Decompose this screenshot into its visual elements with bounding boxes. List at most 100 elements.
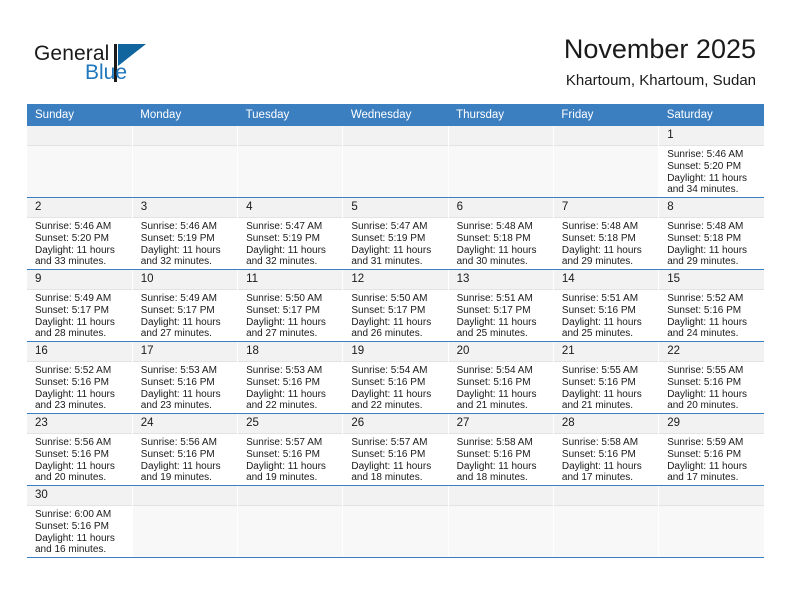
calendar-day-cell[interactable]: 17 Sunrise: 5:53 AM Sunset: 5:16 PM Dayligh… bbox=[132, 341, 239, 414]
calendar-day-cell[interactable]: 29 Sunrise: 5:59 AM Sunset: 5:16 PM Dayligh… bbox=[658, 413, 764, 486]
weekday-header-wednesday: Wednesday bbox=[342, 104, 449, 126]
calendar-day-cell[interactable]: 24 Sunrise: 5:56 AM Sunset: 5:16 PM Dayligh… bbox=[132, 413, 239, 486]
day-number: 8 bbox=[659, 198, 764, 218]
calendar-day-cell-empty bbox=[27, 126, 133, 198]
day-cell-inner: 13 Sunrise: 5:51 AM Sunset: 5:17 PM Dayligh… bbox=[448, 270, 553, 341]
calendar-day-cell[interactable]: 25 Sunrise: 5:57 AM Sunset: 5:16 PM Dayligh… bbox=[237, 413, 344, 486]
day-cell-inner: 24 Sunrise: 5:56 AM Sunset: 5:16 PM Dayligh… bbox=[132, 414, 238, 485]
day-cell-inner: 22 Sunrise: 5:55 AM Sunset: 5:16 PM Dayligh… bbox=[659, 342, 764, 413]
day-number: 25 bbox=[238, 414, 343, 434]
calendar-day-cell[interactable]: 8 Sunrise: 5:48 AM Sunset: 5:18 PM Daylight… bbox=[658, 197, 764, 270]
daylight-text-line2: and 20 minutes. bbox=[35, 472, 107, 484]
calendar-day-cell[interactable]: 1 Sunrise: 5:46 AM Sunset: 5:20 PM Daylight… bbox=[658, 126, 764, 198]
daylight-text-line1: Daylight: 11 hours bbox=[35, 244, 115, 256]
calendar-page: General Blue November 2025 Khartoum, Kha… bbox=[0, 0, 792, 612]
brand-name-bottom: Blue bbox=[85, 61, 128, 84]
sunrise-text: Sunrise: 5:52 AM bbox=[667, 293, 744, 304]
day-number: 21 bbox=[553, 342, 659, 362]
calendar-day-cell[interactable]: 2 Sunrise: 5:46 AM Sunset: 5:20 PM Daylight… bbox=[27, 197, 133, 270]
day-cell-inner: 1 Sunrise: 5:46 AM Sunset: 5:20 PM Daylight… bbox=[659, 126, 764, 197]
daylight-text-line1: Daylight: 11 hours bbox=[246, 460, 326, 472]
day-cell-inner: 21 Sunrise: 5:55 AM Sunset: 5:16 PM Dayligh… bbox=[553, 342, 659, 413]
day-details: Sunrise: 5:49 AM Sunset: 5:17 PM Daylight:… bbox=[27, 290, 132, 340]
daylight-text-line1: Daylight: 11 hours bbox=[351, 244, 432, 256]
calendar-day-cell[interactable]: 30 Sunrise: 6:00 AM Sunset: 5:16 PM Dayligh… bbox=[27, 485, 133, 558]
day-number: 5 bbox=[343, 198, 448, 218]
sunrise-text: Sunrise: 5:57 AM bbox=[351, 437, 428, 448]
sunrise-text: Sunrise: 5:46 AM bbox=[140, 221, 217, 232]
sunset-text: Sunset: 5:17 PM bbox=[140, 304, 215, 316]
day-cell-inner: 29 Sunrise: 5:59 AM Sunset: 5:16 PM Dayligh… bbox=[659, 414, 764, 485]
sunrise-text: Sunrise: 5:57 AM bbox=[246, 437, 323, 448]
day-number bbox=[659, 486, 764, 506]
day-details: Sunrise: 5:56 AM Sunset: 5:16 PM Daylight:… bbox=[133, 434, 237, 484]
daylight-text-line1: Daylight: 11 hours bbox=[456, 316, 537, 328]
sunrise-text: Sunrise: 5:50 AM bbox=[351, 293, 428, 304]
day-cell-inner: 30 Sunrise: 6:00 AM Sunset: 5:16 PM Dayligh… bbox=[27, 486, 132, 557]
calendar-day-cell[interactable]: 26 Sunrise: 5:57 AM Sunset: 5:16 PM Dayligh… bbox=[342, 413, 449, 486]
sunrise-text: Sunrise: 5:58 AM bbox=[456, 437, 533, 448]
calendar-day-cell[interactable]: 10 Sunrise: 5:49 AM Sunset: 5:17 PM Dayligh… bbox=[132, 269, 239, 342]
calendar-day-cell[interactable]: 7 Sunrise: 5:48 AM Sunset: 5:18 PM Daylight… bbox=[553, 197, 660, 270]
weekday-header-monday: Monday bbox=[132, 104, 238, 126]
daylight-text-line1: Daylight: 11 hours bbox=[35, 532, 115, 544]
brand-logo[interactable]: General Blue bbox=[34, 42, 164, 90]
day-number bbox=[553, 126, 659, 146]
day-cell-inner: 5 Sunrise: 5:47 AM Sunset: 5:19 PM Daylight… bbox=[343, 198, 448, 269]
sunset-text: Sunset: 5:16 PM bbox=[667, 448, 742, 460]
sunset-text: Sunset: 5:16 PM bbox=[351, 376, 426, 388]
day-details: Sunrise: 5:46 AM Sunset: 5:20 PM Daylight:… bbox=[659, 146, 764, 196]
calendar-day-cell[interactable]: 18 Sunrise: 5:53 AM Sunset: 5:16 PM Dayligh… bbox=[237, 341, 344, 414]
calendar-day-cell[interactable]: 28 Sunrise: 5:58 AM Sunset: 5:16 PM Dayligh… bbox=[553, 413, 660, 486]
day-cell-inner: 2 Sunrise: 5:46 AM Sunset: 5:20 PM Daylight… bbox=[27, 198, 132, 269]
day-cell-inner: 12 Sunrise: 5:50 AM Sunset: 5:17 PM Dayligh… bbox=[343, 270, 448, 341]
calendar-day-cell[interactable]: 16 Sunrise: 5:52 AM Sunset: 5:16 PM Dayligh… bbox=[27, 341, 133, 414]
sunset-text: Sunset: 5:16 PM bbox=[35, 448, 109, 460]
calendar-day-cell[interactable]: 4 Sunrise: 5:47 AM Sunset: 5:19 PM Daylight… bbox=[237, 197, 344, 270]
title-block: November 2025 Khartoum, Khartoum, Sudan bbox=[564, 32, 756, 92]
sunrise-text: Sunrise: 5:51 AM bbox=[456, 293, 533, 304]
day-number: 17 bbox=[132, 342, 238, 362]
calendar-day-cell[interactable]: 13 Sunrise: 5:51 AM Sunset: 5:17 PM Dayligh… bbox=[448, 269, 554, 342]
sunrise-text: Sunrise: 6:00 AM bbox=[35, 509, 112, 520]
day-cell-inner bbox=[343, 126, 448, 197]
calendar-day-cell[interactable]: 15 Sunrise: 5:52 AM Sunset: 5:16 PM Dayligh… bbox=[658, 269, 764, 342]
calendar-day-cell[interactable]: 27 Sunrise: 5:58 AM Sunset: 5:16 PM Dayligh… bbox=[448, 413, 554, 486]
calendar-day-cell[interactable]: 23 Sunrise: 5:56 AM Sunset: 5:16 PM Dayligh… bbox=[27, 413, 133, 486]
daylight-text-line2: and 33 minutes. bbox=[35, 256, 107, 268]
sunset-text: Sunset: 5:19 PM bbox=[246, 232, 320, 244]
daylight-text-line1: Daylight: 11 hours bbox=[140, 388, 221, 400]
calendar-day-cell[interactable]: 11 Sunrise: 5:50 AM Sunset: 5:17 PM Dayligh… bbox=[237, 269, 344, 342]
calendar-day-cell[interactable]: 22 Sunrise: 5:55 AM Sunset: 5:16 PM Dayligh… bbox=[658, 341, 764, 414]
calendar-day-cell[interactable]: 20 Sunrise: 5:54 AM Sunset: 5:16 PM Dayligh… bbox=[448, 341, 554, 414]
day-cell-inner: 23 Sunrise: 5:56 AM Sunset: 5:16 PM Dayligh… bbox=[27, 414, 132, 485]
day-number: 9 bbox=[27, 270, 132, 290]
calendar-day-cell[interactable]: 6 Sunrise: 5:48 AM Sunset: 5:18 PM Daylight… bbox=[448, 197, 554, 270]
day-number: 4 bbox=[238, 198, 343, 218]
calendar-day-cell[interactable]: 14 Sunrise: 5:51 AM Sunset: 5:16 PM Dayligh… bbox=[553, 269, 660, 342]
day-number: 15 bbox=[659, 270, 764, 290]
daylight-text-line2: and 30 minutes. bbox=[456, 256, 528, 268]
day-details: Sunrise: 6:00 AM Sunset: 5:16 PM Daylight:… bbox=[27, 506, 132, 556]
day-cell-inner bbox=[553, 486, 659, 557]
calendar-day-cell[interactable]: 12 Sunrise: 5:50 AM Sunset: 5:17 PM Dayligh… bbox=[342, 269, 449, 342]
calendar-day-cell[interactable]: 19 Sunrise: 5:54 AM Sunset: 5:16 PM Dayligh… bbox=[342, 341, 449, 414]
daylight-text-line1: Daylight: 11 hours bbox=[140, 316, 221, 328]
day-number: 27 bbox=[448, 414, 553, 434]
sunrise-text: Sunrise: 5:51 AM bbox=[561, 293, 639, 304]
daylight-text-line1: Daylight: 11 hours bbox=[667, 316, 748, 328]
calendar-day-cell[interactable]: 5 Sunrise: 5:47 AM Sunset: 5:19 PM Daylight… bbox=[342, 197, 449, 270]
day-cell-inner: 19 Sunrise: 5:54 AM Sunset: 5:16 PM Dayligh… bbox=[343, 342, 448, 413]
daylight-text-line1: Daylight: 11 hours bbox=[456, 460, 537, 472]
calendar-day-cell[interactable]: 3 Sunrise: 5:46 AM Sunset: 5:19 PM Daylight… bbox=[132, 197, 239, 270]
daylight-text-line2: and 17 minutes. bbox=[667, 472, 739, 484]
sunset-text: Sunset: 5:18 PM bbox=[667, 232, 742, 244]
sunrise-text: Sunrise: 5:50 AM bbox=[246, 293, 323, 304]
day-details: Sunrise: 5:54 AM Sunset: 5:16 PM Daylight:… bbox=[449, 362, 553, 412]
day-details: Sunrise: 5:46 AM Sunset: 5:20 PM Daylight:… bbox=[27, 218, 132, 268]
sunset-text: Sunset: 5:16 PM bbox=[35, 376, 109, 388]
day-details: Sunrise: 5:48 AM Sunset: 5:18 PM Daylight:… bbox=[449, 218, 553, 268]
calendar-day-cell[interactable]: 9 Sunrise: 5:49 AM Sunset: 5:17 PM Daylight… bbox=[27, 269, 133, 342]
sunset-text: Sunset: 5:19 PM bbox=[351, 232, 426, 244]
calendar-day-cell[interactable]: 21 Sunrise: 5:55 AM Sunset: 5:16 PM Dayligh… bbox=[553, 341, 660, 414]
